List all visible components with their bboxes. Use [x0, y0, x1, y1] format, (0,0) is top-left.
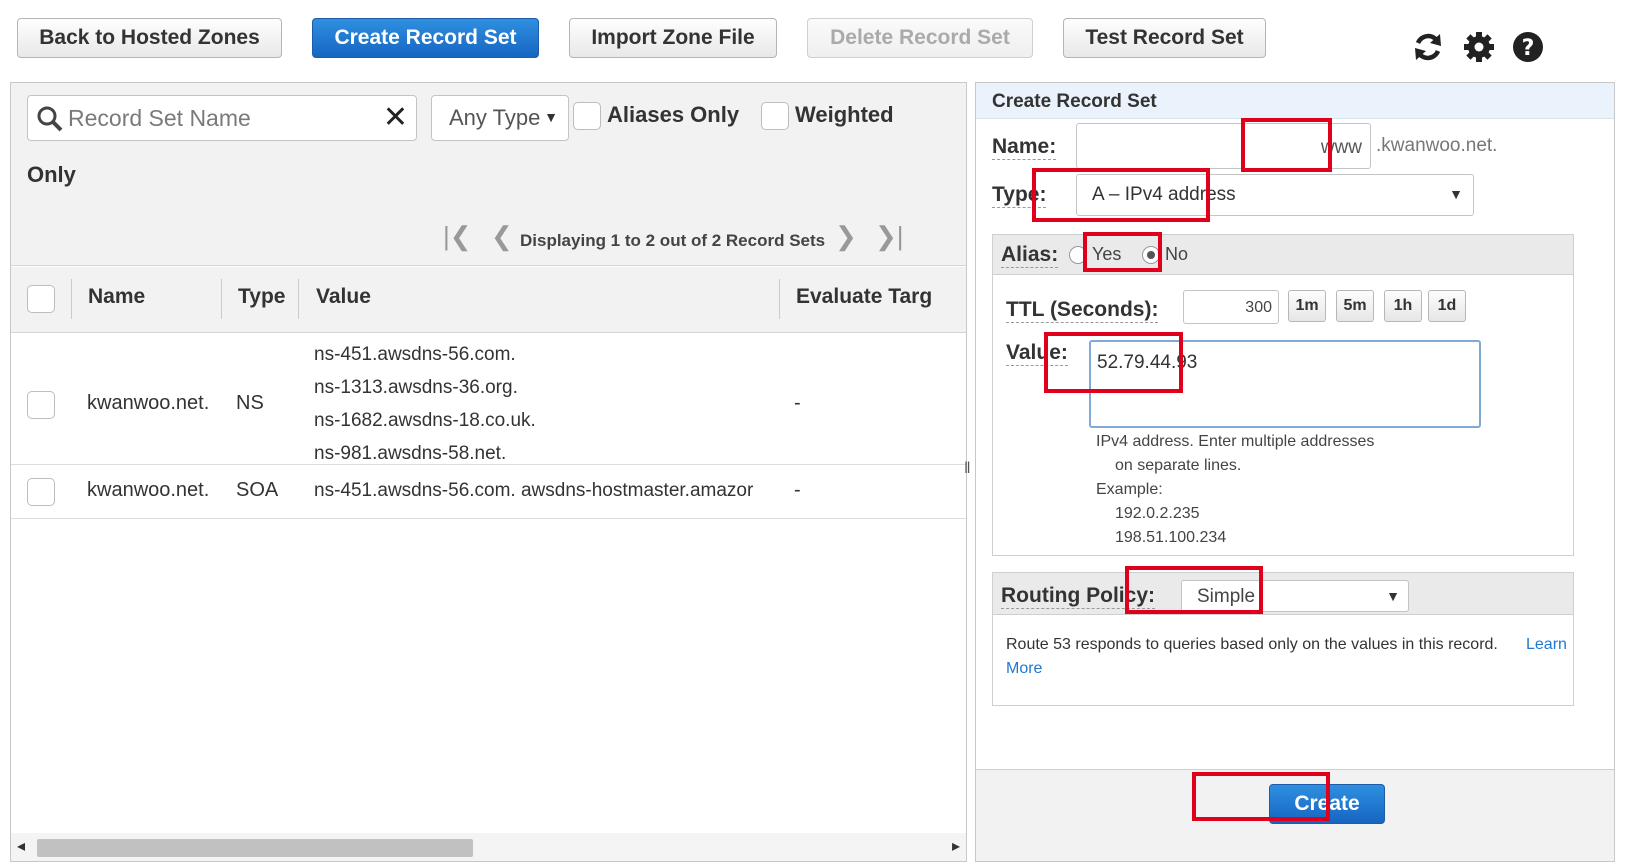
horizontal-scrollbar[interactable]: ◂ ▸ — [11, 833, 966, 861]
table-row[interactable]: kwanwoo.net. SOA ns-451.awsdns-56.com. a… — [11, 465, 966, 519]
row-value-line: ns-451.awsdns-56.com. awsdns-hostmaster.… — [314, 480, 754, 501]
weighted-label-wrap: Only — [27, 162, 76, 187]
search-placeholder: Record Set Name — [68, 105, 251, 131]
search-input[interactable]: Record Set Name ✕ — [27, 95, 417, 141]
row-value-line: ns-981.awsdns-58.net. — [314, 443, 507, 464]
pager-text: Displaying 1 to 2 out of 2 Record Sets — [520, 231, 826, 250]
table-row[interactable]: kwanwoo.net. NS ns-451.awsdns-56.com. ns… — [11, 334, 966, 465]
last-page-icon[interactable]: ❯| — [875, 221, 904, 252]
col-evaluate-target[interactable]: Evaluate Targ — [796, 285, 932, 309]
type-filter-select[interactable]: Any Type ▼ — [431, 95, 569, 141]
highlight-routing-policy — [1125, 566, 1263, 614]
chevron-down-icon: ▼ — [544, 109, 558, 125]
example-value: 198.51.100.234 — [1115, 529, 1227, 546]
help-text-line: IPv4 address. Enter multiple addresses — [1096, 433, 1375, 450]
panel-splitter-handle[interactable]: ‖ — [964, 460, 971, 478]
row-value-line: ns-1313.awsdns-36.org. — [314, 377, 518, 398]
highlight-name-value — [1241, 118, 1332, 172]
record-sets-panel: Record Set Name ✕ Any Type ▼ Aliases Onl… — [10, 82, 967, 862]
alias-label: Alias: — [1001, 243, 1059, 268]
col-name[interactable]: Name — [88, 285, 145, 309]
chevron-down-icon: ▼ — [1386, 588, 1400, 604]
svg-text:?: ? — [1522, 36, 1535, 61]
ttl-1m-button[interactable]: 1m — [1288, 290, 1326, 322]
scroll-left-icon[interactable]: ◂ — [17, 836, 25, 856]
routing-policy-section: Routing Policy: Simple ▼ Route 53 respon… — [992, 572, 1574, 706]
ttl-1d-button[interactable]: 1d — [1428, 290, 1466, 322]
highlight-value — [1044, 332, 1183, 393]
learn-more-link[interactable]: Learn — [1526, 636, 1567, 654]
row-checkbox[interactable] — [27, 478, 55, 506]
weighted-label: Weighted — [795, 102, 894, 127]
panel-title: Create Record Set — [976, 83, 1614, 119]
highlight-alias-no — [1083, 232, 1162, 272]
next-page-icon[interactable]: ❯ — [835, 221, 857, 252]
ttl-value: 300 — [1245, 299, 1272, 316]
clear-icon[interactable]: ✕ — [383, 100, 408, 135]
row-type: SOA — [236, 479, 279, 501]
alias-section: Alias: Yes No TTL (Seconds): 300 1m 5m 1… — [992, 234, 1574, 556]
alias-no-label: No — [1165, 244, 1189, 264]
ttl-1h-button[interactable]: 1h — [1384, 290, 1422, 322]
help-text-line: on separate lines. — [1115, 457, 1242, 474]
learn-more-link-wrap[interactable]: More — [1006, 660, 1042, 678]
row-value-line: ns-1682.awsdns-18.co.uk. — [314, 410, 536, 431]
name-label: Name: — [992, 135, 1057, 160]
row-type: NS — [236, 392, 264, 414]
gear-icon[interactable] — [1462, 30, 1496, 69]
example-value: 192.0.2.235 — [1115, 505, 1200, 522]
example-label: Example: — [1096, 481, 1163, 498]
test-record-set-button[interactable]: Test Record Set — [1063, 18, 1266, 58]
scroll-right-icon[interactable]: ▸ — [952, 836, 960, 856]
type-filter-value: Any Type — [449, 105, 541, 130]
col-value[interactable]: Value — [316, 285, 371, 309]
help-icon[interactable]: ? — [1511, 30, 1545, 69]
first-page-icon[interactable]: |❮ — [443, 221, 472, 252]
domain-suffix: .kwanwoo.net. — [1376, 135, 1498, 156]
row-evaluate: - — [794, 392, 801, 414]
col-type[interactable]: Type — [238, 285, 285, 309]
ttl-input[interactable]: 300 — [1183, 290, 1279, 324]
delete-record-set-button[interactable]: Delete Record Set — [807, 18, 1033, 58]
ttl-label: TTL (Seconds): — [1006, 298, 1159, 323]
aliases-only-checkbox[interactable] — [573, 102, 601, 130]
highlight-type — [1032, 168, 1210, 222]
weighted-only-checkbox[interactable] — [761, 102, 789, 130]
create-record-set-button[interactable]: Create Record Set — [312, 18, 539, 58]
scrollbar-thumb[interactable] — [37, 839, 473, 857]
row-value-line: ns-451.awsdns-56.com. — [314, 344, 516, 365]
prev-page-icon[interactable]: ❮ — [491, 221, 513, 252]
routing-description: Route 53 responds to queries based only … — [1006, 636, 1498, 653]
ttl-5m-button[interactable]: 5m — [1336, 290, 1374, 322]
back-to-hosted-zones-button[interactable]: Back to Hosted Zones — [17, 18, 282, 58]
row-evaluate: - — [794, 479, 801, 501]
select-all-checkbox[interactable] — [27, 285, 55, 313]
row-checkbox[interactable] — [27, 391, 55, 419]
row-name: kwanwoo.net. — [87, 392, 210, 414]
aliases-only-label: Aliases Only — [607, 102, 740, 127]
refresh-icon[interactable] — [1411, 30, 1445, 69]
search-icon — [37, 106, 63, 132]
chevron-down-icon: ▼ — [1449, 186, 1463, 202]
highlight-create-button — [1192, 772, 1330, 821]
import-zone-file-button[interactable]: Import Zone File — [569, 18, 777, 58]
filter-bar: Record Set Name ✕ Any Type ▼ Aliases Onl… — [11, 83, 966, 266]
table-header: Name Type Value Evaluate Targ — [11, 267, 966, 333]
row-name: kwanwoo.net. — [87, 479, 210, 501]
